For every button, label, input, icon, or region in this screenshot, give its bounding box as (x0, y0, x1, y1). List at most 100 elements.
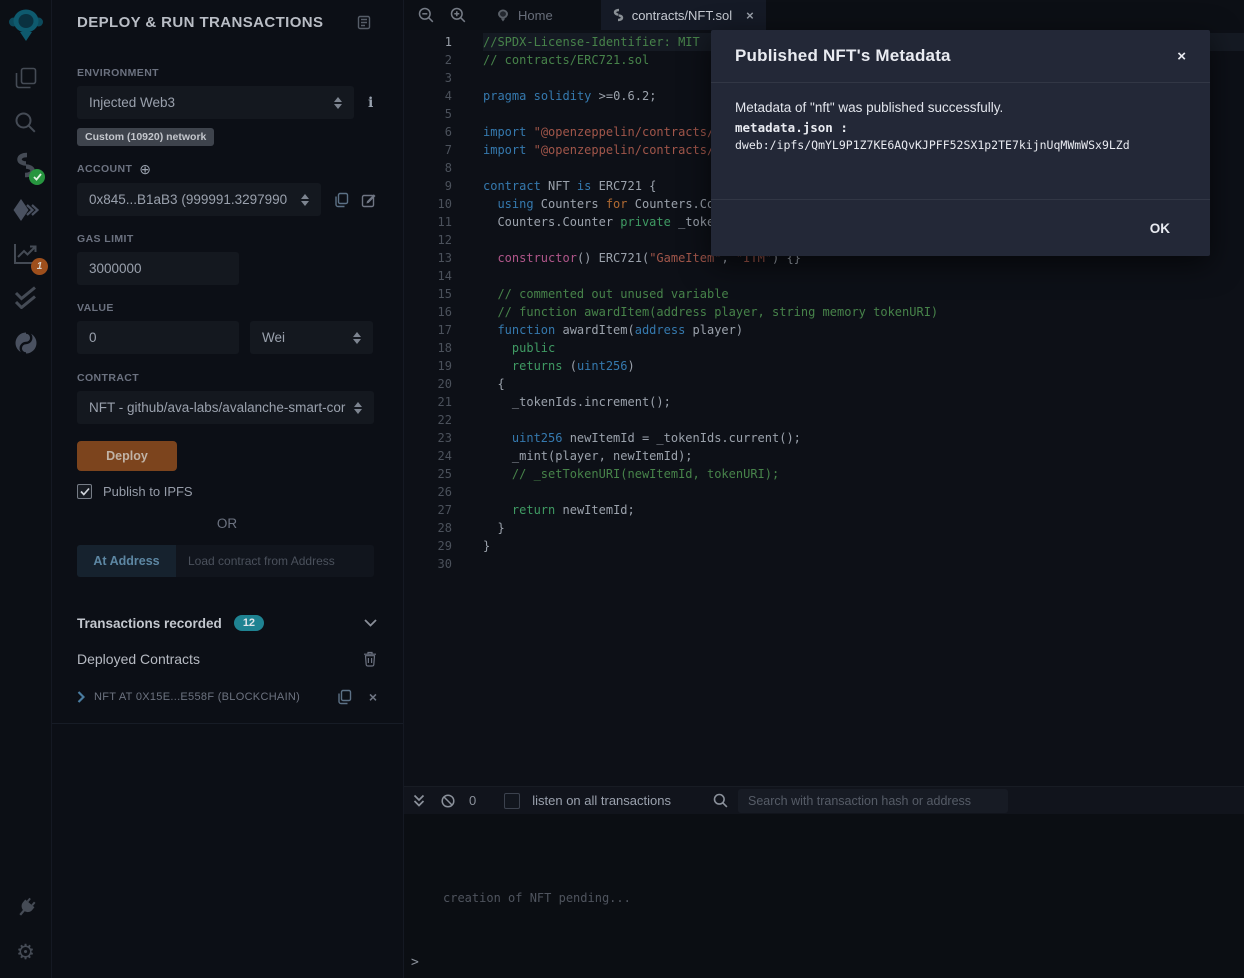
file-explorer-icon[interactable] (0, 56, 51, 100)
modal-close-icon[interactable]: × (1177, 48, 1186, 65)
line-number: 30 (404, 555, 452, 573)
terminal-prompt: > (411, 955, 419, 970)
line-number: 25 (404, 465, 452, 483)
select-stepper-icon (353, 332, 361, 344)
environment-value: Injected Web3 (89, 95, 328, 110)
zoom-out-icon[interactable] (418, 7, 434, 23)
code-line: 22 (404, 411, 1244, 429)
tab-home[interactable]: Home (484, 0, 565, 30)
plugin-icon[interactable] (0, 321, 51, 365)
contract-value: NFT - github/ava-labs/avalanche-smart-co… (89, 400, 348, 415)
value-amount: 0 (89, 330, 97, 345)
account-label: ACCOUNT (77, 163, 132, 175)
line-number: 21 (404, 393, 452, 411)
collapse-terminal-icon[interactable] (413, 794, 425, 807)
at-address-button[interactable]: At Address (77, 545, 176, 577)
select-stepper-icon (301, 194, 309, 206)
terminal-count: 0 (469, 793, 476, 808)
icon-rail: 1 ⚙ (0, 0, 52, 978)
line-number: 11 (404, 213, 452, 231)
deployed-contract-label: NFT AT 0X15E...E558F (BLOCKCHAIN) (94, 691, 300, 703)
transactions-count-badge: 12 (234, 615, 264, 631)
documentation-icon[interactable] (357, 15, 371, 30)
line-number: 20 (404, 375, 452, 393)
terminal-search-icon (713, 793, 728, 808)
code-line: 17 function awardItem(address player) (404, 321, 1244, 339)
listen-transactions-checkbox[interactable] (504, 793, 520, 809)
modal-title: Published NFT's Metadata (735, 46, 951, 66)
code-line: 26 (404, 483, 1244, 501)
unit-testing-icon[interactable] (0, 275, 51, 319)
transactions-chevron-down-icon[interactable] (364, 619, 377, 627)
line-number: 6 (404, 123, 452, 141)
publish-ipfs-label: Publish to IPFS (103, 484, 193, 499)
clear-deployed-trash-icon[interactable] (363, 651, 377, 667)
line-number: 27 (404, 501, 452, 519)
expand-contract-caret-icon[interactable] (77, 691, 85, 703)
value-label: VALUE (77, 302, 377, 314)
account-select[interactable]: 0x845...B1aB3 (999991.3297990 (77, 183, 321, 216)
line-number: 24 (404, 447, 452, 465)
contract-select[interactable]: NFT - github/ava-labs/avalanche-smart-co… (77, 391, 374, 424)
code-line: 29} (404, 537, 1244, 555)
code-line: 19 returns (uint256) (404, 357, 1244, 375)
tab-close-icon[interactable]: × (746, 8, 754, 23)
compiler-success-badge (29, 169, 45, 185)
line-number: 13 (404, 249, 452, 267)
line-number: 9 (404, 177, 452, 195)
copy-account-icon[interactable] (334, 192, 349, 208)
zoom-in-icon[interactable] (450, 7, 466, 23)
value-input[interactable]: 0 (77, 321, 239, 354)
gas-limit-input[interactable]: 3000000 (77, 252, 239, 285)
remix-logo-icon (8, 8, 44, 42)
code-line: 16 // function awardItem(address player,… (404, 303, 1244, 321)
line-number: 7 (404, 141, 452, 159)
terminal-output[interactable]: creation of NFT pending... > (404, 814, 1244, 978)
listen-transactions-label: listen on all transactions (532, 793, 671, 808)
add-account-icon[interactable]: ⊕ (139, 162, 151, 176)
plugin-manager-icon[interactable] (0, 886, 51, 930)
line-number: 14 (404, 267, 452, 285)
code-line: 28 } (404, 519, 1244, 537)
line-number: 17 (404, 321, 452, 339)
line-number: 28 (404, 519, 452, 537)
remix-logo-icon (496, 9, 510, 22)
line-number: 3 (404, 69, 452, 87)
contract-label: CONTRACT (77, 372, 377, 384)
search-icon[interactable] (0, 100, 51, 144)
divider (52, 723, 403, 724)
modal-ok-button[interactable]: OK (1150, 221, 1170, 236)
environment-info-icon[interactable]: i (368, 95, 373, 111)
code-line: 23 uint256 newItemId = _tokenIds.current… (404, 429, 1244, 447)
solidity-compiler-icon[interactable] (0, 143, 51, 187)
value-unit-select[interactable]: Wei (250, 321, 373, 354)
copy-contract-icon[interactable] (337, 689, 352, 705)
remix-logo[interactable] (0, 3, 51, 47)
deployed-contract-item: NFT AT 0X15E...E558F (BLOCKCHAIN) × (77, 689, 377, 705)
line-number: 4 (404, 87, 452, 105)
tab-nft-sol[interactable]: contracts/NFT.sol × (601, 0, 766, 30)
remove-contract-icon[interactable]: × (369, 690, 377, 704)
terminal-search-input[interactable] (738, 789, 1008, 813)
deployed-contracts-label: Deployed Contracts (77, 651, 200, 667)
environment-select[interactable]: Injected Web3 (77, 86, 354, 119)
transactions-recorded-label: Transactions recorded (77, 616, 222, 631)
publish-ipfs-checkbox[interactable] (77, 484, 92, 499)
terminal-toolbar: 0 listen on all transactions (404, 786, 1244, 814)
clear-console-icon[interactable] (441, 794, 455, 808)
line-number: 12 (404, 231, 452, 249)
line-number: 23 (404, 429, 452, 447)
line-number: 2 (404, 51, 452, 69)
settings-icon[interactable]: ⚙ (0, 930, 51, 974)
value-unit: Wei (262, 330, 347, 345)
deploy-button[interactable]: Deploy (77, 441, 177, 471)
line-number: 19 (404, 357, 452, 375)
tab-bar: Home contracts/NFT.sol × (404, 0, 1244, 30)
solidity-file-icon (613, 8, 624, 22)
sign-message-icon[interactable] (361, 192, 377, 208)
code-line: 15 // commented out unused variable (404, 285, 1244, 303)
deploy-run-icon[interactable] (0, 188, 51, 232)
code-line: 14 (404, 267, 1244, 285)
analytics-icon[interactable]: 1 (0, 231, 51, 275)
at-address-input[interactable] (176, 545, 374, 577)
